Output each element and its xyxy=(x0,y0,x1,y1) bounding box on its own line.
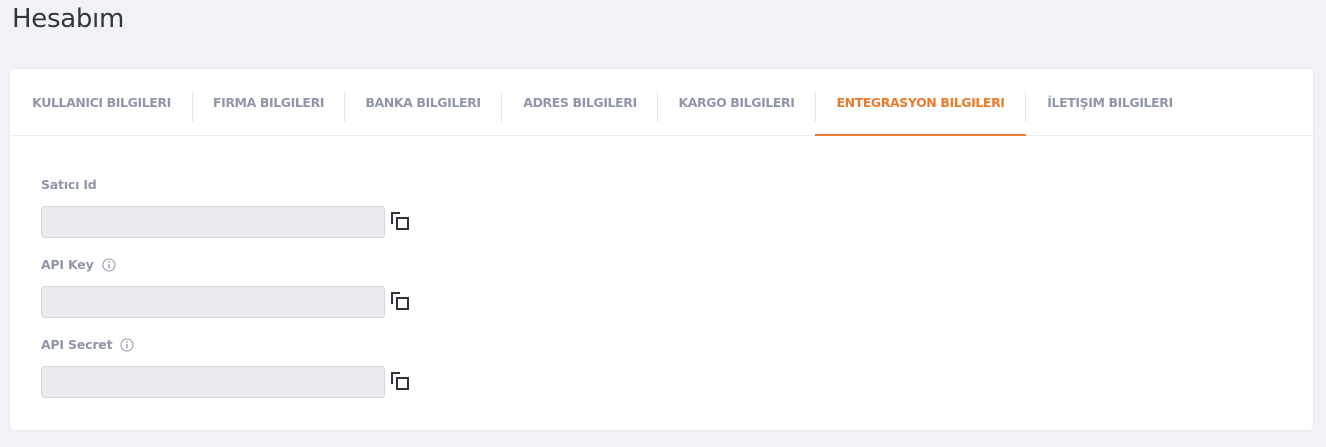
copy-icon[interactable] xyxy=(390,290,412,312)
info-icon[interactable] xyxy=(102,258,116,272)
api-key-label: API Key xyxy=(41,257,116,272)
api-secret-label-text: API Secret xyxy=(41,337,113,352)
tab-bar: KULLANICI BILGILERI FIRMA BILGILERI BANK… xyxy=(10,69,1313,136)
tab-contact-info[interactable]: İLETIŞIM BILGILERI xyxy=(1026,69,1194,135)
api-key-field[interactable] xyxy=(41,286,385,318)
tab-integration-info[interactable]: ENTEGRASYON BILGILERI xyxy=(815,69,1026,136)
tab-bank-info[interactable]: BANKA BILGILERI xyxy=(345,69,501,135)
page-title: Hesabım xyxy=(12,4,124,34)
info-icon[interactable] xyxy=(120,338,134,352)
seller-id-field[interactable] xyxy=(41,206,385,238)
api-secret-label: API Secret xyxy=(41,337,134,352)
seller-id-label-text: Satıcı Id xyxy=(41,177,97,192)
copy-icon[interactable] xyxy=(390,370,412,392)
account-card: KULLANICI BILGILERI FIRMA BILGILERI BANK… xyxy=(10,69,1313,430)
tab-address-info[interactable]: ADRES BILGILERI xyxy=(502,69,658,135)
api-key-label-text: API Key xyxy=(41,257,94,272)
copy-icon[interactable] xyxy=(390,210,412,232)
tab-user-info[interactable]: KULLANICI BILGILERI xyxy=(10,69,193,135)
api-secret-field[interactable] xyxy=(41,366,385,398)
tab-shipping-info[interactable]: KARGO BILGILERI xyxy=(658,69,815,135)
tab-company-info[interactable]: FIRMA BILGILERI xyxy=(193,69,344,135)
seller-id-label: Satıcı Id xyxy=(41,177,97,192)
